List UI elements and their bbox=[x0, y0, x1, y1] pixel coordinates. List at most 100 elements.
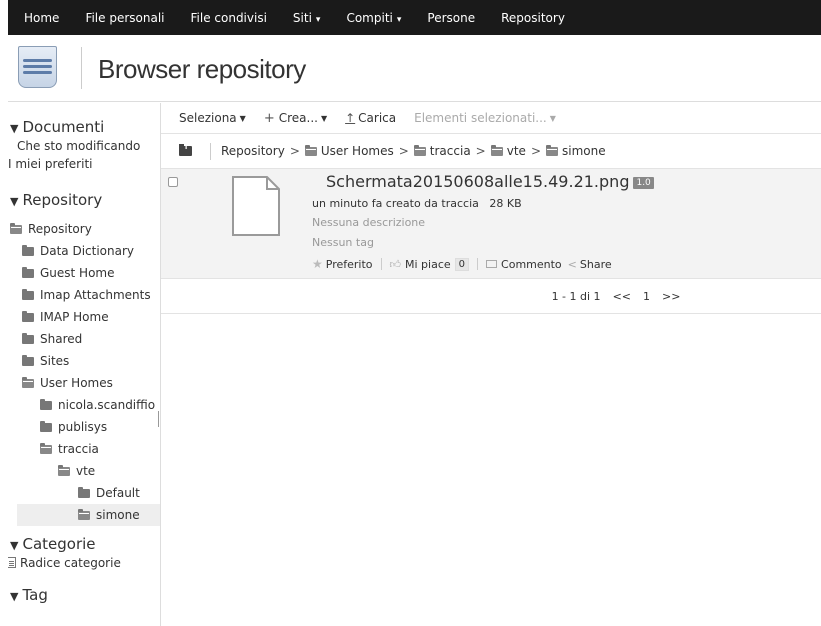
like-count: 0 bbox=[454, 257, 470, 271]
caret-down-icon: ▼ bbox=[549, 114, 556, 123]
plus-icon: + bbox=[263, 110, 275, 126]
breadcrumb-separator: > bbox=[398, 144, 409, 158]
tree-item-sites[interactable]: Sites bbox=[22, 350, 69, 372]
topnav-item-repository[interactable]: Repository bbox=[501, 11, 565, 25]
folder-open-icon bbox=[413, 144, 426, 156]
upload-icon: ↑ bbox=[345, 111, 356, 125]
breadcrumb-traccia[interactable]: traccia bbox=[413, 144, 471, 158]
breadcrumb-separator: > bbox=[289, 144, 300, 158]
collapse-triangle-icon: ▼ bbox=[10, 590, 19, 603]
caret-down-icon: ▾ bbox=[396, 14, 402, 25]
folder-open-icon bbox=[40, 443, 52, 454]
version-badge: 1.0 bbox=[633, 177, 654, 189]
category-root-link[interactable]: Radice categorie bbox=[8, 556, 121, 570]
favorite-action[interactable]: ★ Preferito bbox=[312, 257, 373, 271]
documenti-section-toggle[interactable]: ▼ Documenti bbox=[10, 118, 104, 136]
path-bar: Repository > User Homes > traccia > vte > simone bbox=[161, 134, 821, 169]
topnav-item-siti[interactable]: Siti ▾ bbox=[293, 11, 321, 25]
site-logo-icon bbox=[18, 46, 57, 88]
breadcrumb: Repository > User Homes > traccia > vte > simone bbox=[221, 144, 606, 158]
file-meta: un minuto fa creato da traccia 28 KB bbox=[312, 197, 522, 210]
breadcrumb-simone[interactable]: simone bbox=[546, 144, 606, 158]
document-toolbar: Seleziona ▼ + Crea... ▼ ↑ Carica Elementi se… bbox=[161, 103, 821, 134]
breadcrumb-user-homes[interactable]: User Homes bbox=[304, 144, 394, 158]
caret-down-icon: ▾ bbox=[315, 14, 321, 25]
folder-icon bbox=[40, 399, 52, 410]
pagination-summary: 1 - 1 di 1 bbox=[551, 289, 601, 303]
page-header: Browser repository bbox=[8, 35, 821, 102]
breadcrumb-repository[interactable]: Repository bbox=[221, 144, 285, 158]
comment-action[interactable]: Commento bbox=[486, 258, 562, 271]
tree-item-data-dictionary[interactable]: Data Dictionary bbox=[22, 240, 134, 262]
generic-file-icon[interactable] bbox=[231, 176, 281, 236]
like-action[interactable]: 👍︎ Mi piace 0 bbox=[389, 257, 470, 271]
share-action[interactable]: < Share bbox=[562, 258, 612, 271]
tree-item-guest-home[interactable]: Guest Home bbox=[22, 262, 115, 284]
previous-page-link[interactable]: << bbox=[613, 290, 631, 303]
tree-item-shared[interactable]: Shared bbox=[22, 328, 82, 350]
caret-down-icon: ▼ bbox=[320, 113, 328, 123]
tree-item-default[interactable]: Default bbox=[78, 482, 140, 504]
collapse-triangle-icon: ▼ bbox=[10, 539, 19, 552]
share-icon: < bbox=[567, 257, 577, 271]
select-menu-button[interactable]: Seleziona ▼ bbox=[179, 111, 246, 125]
categorie-section-toggle[interactable]: ▼ Categorie bbox=[10, 535, 96, 553]
row-select-checkbox[interactable] bbox=[168, 177, 178, 187]
parent-folder-icon[interactable] bbox=[179, 141, 192, 156]
tree-item-traccia[interactable]: traccia bbox=[40, 438, 99, 460]
tag-section-toggle[interactable]: ▼ Tag bbox=[10, 586, 48, 604]
repository-section-toggle[interactable]: ▼ Repository bbox=[10, 191, 102, 209]
top-navigation-bar: Home File personali File condivisi Siti ▾ Com… bbox=[8, 0, 821, 35]
file-tags: Nessun tag bbox=[312, 236, 374, 249]
document-list-row: Schermata20150608alle15.49.21.png 1.0 un … bbox=[161, 169, 821, 279]
path-divider bbox=[210, 142, 211, 160]
folder-open-icon bbox=[58, 465, 70, 476]
create-menu-button[interactable]: + Crea... ▼ bbox=[264, 111, 327, 126]
folder-icon bbox=[22, 311, 34, 322]
next-page-link[interactable]: >> bbox=[662, 290, 680, 303]
star-icon: ★ bbox=[312, 257, 323, 271]
topnav-item-persone[interactable]: Persone bbox=[427, 11, 475, 25]
folder-open-icon bbox=[22, 377, 34, 388]
topnav-item-file-personali[interactable]: File personali bbox=[85, 11, 164, 25]
link-favorites[interactable]: I miei preferiti bbox=[8, 157, 93, 171]
tree-item-vte[interactable]: vte bbox=[58, 460, 95, 482]
topnav-item-home[interactable]: Home bbox=[24, 11, 59, 25]
caret-down-icon: ▼ bbox=[239, 114, 246, 123]
folder-open-icon bbox=[546, 144, 558, 156]
file-name-link[interactable]: Schermata20150608alle15.49.21.png 1.0 bbox=[326, 172, 654, 191]
category-icon bbox=[8, 557, 16, 568]
tree-item-publisys[interactable]: publisys bbox=[40, 416, 107, 438]
left-sidebar: ▼ Documenti Che sto modificando I miei pr… bbox=[8, 103, 160, 626]
tree-item-imap-home[interactable]: IMAP Home bbox=[22, 306, 109, 328]
top-nav-list: Home File personali File condivisi Siti ▾ Com… bbox=[8, 0, 821, 35]
tree-item-imap-attachments[interactable]: Imap Attachments bbox=[22, 284, 151, 306]
topnav-item-file-condivisi[interactable]: File condivisi bbox=[191, 11, 267, 25]
collapse-triangle-icon: ▼ bbox=[10, 122, 19, 135]
folder-open-icon bbox=[304, 144, 317, 156]
folder-icon bbox=[78, 487, 90, 498]
page-title: Browser repository bbox=[98, 54, 306, 84]
folder-icon bbox=[22, 333, 34, 344]
tree-item-user-homes[interactable]: User Homes bbox=[22, 372, 113, 394]
topnav-item-compiti[interactable]: Compiti ▾ bbox=[346, 11, 401, 25]
file-actions: ★ Preferito 👍︎ Mi piace 0 Commento < Share bbox=[312, 257, 612, 271]
folder-icon bbox=[22, 267, 34, 278]
page-number-link[interactable]: 1 bbox=[643, 290, 650, 303]
folder-icon bbox=[22, 355, 34, 366]
folder-icon bbox=[40, 421, 52, 432]
upload-button[interactable]: ↑ Carica bbox=[345, 111, 396, 125]
comment-icon bbox=[486, 260, 498, 268]
tree-item-repository[interactable]: Repository bbox=[10, 218, 92, 240]
collapse-triangle-icon: ▼ bbox=[10, 195, 19, 208]
sidebar-resize-handle[interactable] bbox=[158, 411, 159, 427]
link-editing[interactable]: Che sto modificando bbox=[17, 139, 140, 153]
tree-item-nicola-scandiffio[interactable]: nicola.scandiffio bbox=[40, 394, 155, 416]
file-description: Nessuna descrizione bbox=[312, 216, 426, 229]
folder-icon bbox=[22, 245, 34, 256]
selected-items-menu[interactable]: Elementi selezionati... ▼ bbox=[414, 111, 556, 125]
tree-item-simone[interactable]: simone bbox=[17, 504, 160, 526]
folder-icon bbox=[22, 289, 34, 300]
thumbs-up-icon: 👍︎ bbox=[389, 257, 402, 271]
breadcrumb-vte[interactable]: vte bbox=[490, 144, 526, 158]
